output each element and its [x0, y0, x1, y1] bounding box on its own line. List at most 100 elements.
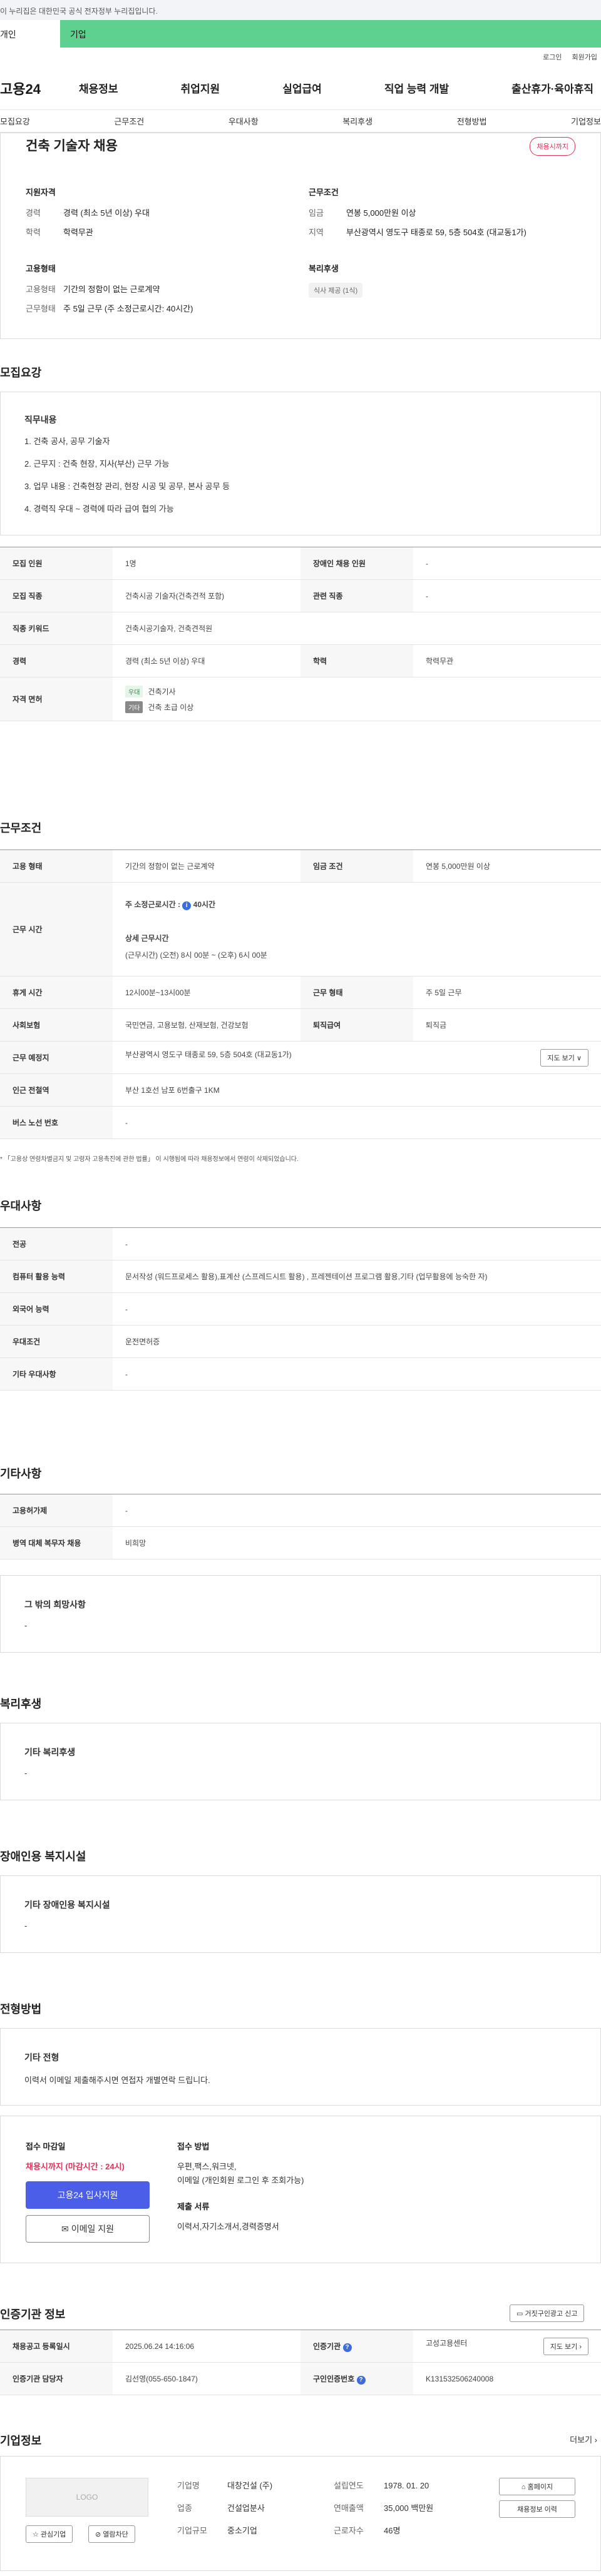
- deadline-value: 채용시까지 (마감시간 : 24시): [26, 2162, 125, 2171]
- deadline-title: 접수 마감일: [26, 2142, 66, 2151]
- value: 경력 (최소 5년 이상) 우대: [113, 644, 300, 677]
- value: 12시00분~13시00분: [113, 976, 300, 1009]
- apply-button[interactable]: 고용24 입사지원: [26, 2181, 150, 2209]
- gnb-item[interactable]: 취업지원: [181, 80, 220, 96]
- welfare-box: 기타 복리후생 -: [0, 1723, 601, 1800]
- label: 기업명: [177, 2481, 200, 2490]
- value: 대창건설 (주): [227, 2481, 273, 2490]
- tab-pref[interactable]: 우대사항: [229, 115, 259, 127]
- section-title: 우대사항: [0, 1200, 42, 1212]
- label: 지도 보기: [550, 2343, 578, 2351]
- apply-box: 접수 마감일 채용시까지 (마감시간 : 24시) 고용24 입사지원 ✉ 이메일…: [0, 2116, 601, 2263]
- work-time-value: 주 소정근로시간 : i 40시간 상세 근무시간 (근무시간) (오전) 8시…: [113, 882, 601, 976]
- value: 부산광역시 영도구 태종로 59, 5층 504호 (대교동1가): [346, 228, 527, 237]
- cert-table: 채용공고 등록일시 2025.06.24 14:16:06 인증기관 ? 고성고용센터…: [0, 2330, 601, 2395]
- email-apply-button[interactable]: ✉ 이메일 지원: [26, 2215, 150, 2243]
- other-table: 고용허가제 - 병역 대체 복무자 채용 비희망: [0, 1494, 601, 1559]
- label: 근무형태: [26, 304, 56, 313]
- label: 인증기관 ?: [300, 2330, 413, 2363]
- label: 열람차단: [103, 2531, 128, 2538]
- label: 인근 전철역: [0, 1073, 113, 1107]
- gnb-item[interactable]: 실업급여: [282, 80, 322, 96]
- value: -: [113, 1292, 601, 1326]
- value: 운전면허증: [113, 1325, 601, 1358]
- duty-line: 1. 건축 공사, 공무 기술자: [24, 437, 110, 446]
- value: 건축시공기술자, 건축견적원: [113, 612, 601, 645]
- value: -: [113, 1494, 601, 1527]
- more-link[interactable]: 더보기 ›: [570, 2433, 597, 2445]
- label: 고용허가제: [0, 1494, 113, 1527]
- section-title: 인증기관 정보: [0, 2308, 66, 2321]
- duty-title: 직무내용: [24, 415, 57, 425]
- block-button[interactable]: ⊘ 열람차단: [88, 2525, 135, 2543]
- label: 경력: [0, 644, 113, 677]
- job-summary: 건축 기술자 채용 채용시까지 지원자격 경력 경력 (최소 5년 이상) 우대 …: [0, 133, 601, 339]
- label: 관심기업: [40, 2531, 66, 2538]
- qual-group: 지원자격 경력 경력 (최소 5년 이상) 우대 학력 학력무관: [26, 186, 264, 245]
- section-tabs: 모집요강 근무조건 우대사항 복리후생 전형방법 기업정보: [0, 110, 601, 133]
- label: 홈페이지: [527, 2483, 553, 2491]
- hope-box: 그 밖의 희망사항 -: [0, 1575, 601, 1653]
- gnb-item[interactable]: 채용정보: [79, 80, 118, 96]
- map-button[interactable]: 지도 보기 ∨: [540, 1048, 588, 1067]
- value: K131532506240008: [413, 2362, 601, 2395]
- label: 지도 보기: [547, 1054, 575, 1062]
- site-logo[interactable]: 고용24: [0, 78, 79, 98]
- label: 고용24 입사지원: [57, 2190, 118, 2200]
- usertype-bar: 개인 기업: [0, 20, 601, 48]
- usertype-personal[interactable]: 개인: [0, 20, 60, 48]
- label: 인증기관 담당자: [0, 2362, 113, 2395]
- box-value: 이력서 이메일 제출해주시면 연접자 개별연락 드립니다.: [24, 2076, 210, 2085]
- value: 부산 1호선 남포 6번출구 1KM: [113, 1073, 601, 1107]
- value: -: [413, 547, 601, 580]
- home-icon: ⌂: [521, 2483, 528, 2491]
- info-icon[interactable]: i: [182, 901, 192, 910]
- value: 퇴직금: [413, 1008, 601, 1042]
- deadline-badge: 채용시까지: [530, 137, 575, 156]
- box-title: 기타 복리후생: [24, 1747, 76, 1757]
- homepage-button[interactable]: ⌂ 홈페이지: [499, 2478, 575, 2495]
- value: (근무시간) (오전) 8시 00분 ~ (오후) 6시 00분: [125, 950, 267, 960]
- join-link[interactable]: 회원가입: [572, 52, 597, 62]
- gnb-item[interactable]: 직업 능력 개발: [384, 80, 449, 96]
- value: 주 5일 근무: [413, 976, 601, 1009]
- org-map-button[interactable]: 지도 보기 ›: [543, 2337, 588, 2355]
- tab-process[interactable]: 전형방법: [457, 115, 487, 127]
- company-field: 근로자수 46명: [334, 2524, 400, 2536]
- label: 자격 면허: [0, 677, 113, 721]
- license-item: 건축 초급 이상: [148, 702, 194, 712]
- value: 국민연금, 고용보험, 산재보험, 건강보험: [113, 1008, 300, 1042]
- value: 46명: [384, 2526, 401, 2535]
- usertype-company[interactable]: 기업: [60, 20, 601, 48]
- section-title: 기업정보: [0, 2435, 42, 2447]
- value: -: [113, 1227, 601, 1260]
- tab-work[interactable]: 근무조건: [114, 115, 144, 127]
- report-button[interactable]: ▭ 거짓구인광고 신고: [510, 2305, 585, 2322]
- block-icon: ⊘: [95, 2531, 103, 2538]
- label: 채용정보 이력: [517, 2506, 557, 2513]
- label: 근로자수: [334, 2526, 364, 2535]
- facility-box: 기타 장애인용 복지시설 -: [0, 1875, 601, 1953]
- login-link[interactable]: 로그인: [543, 52, 562, 62]
- info-icon[interactable]: ?: [342, 2343, 352, 2352]
- tab-welfare[interactable]: 복리후생: [342, 115, 372, 127]
- tag-preferred: 우대: [125, 685, 143, 697]
- box-title: 그 밖의 희망사항: [24, 1600, 86, 1610]
- label: 채용공고 등록일시: [0, 2330, 113, 2363]
- company-field: 기업규모 중소기업: [177, 2524, 257, 2536]
- label: 이메일 지원: [71, 2224, 115, 2234]
- interest-button[interactable]: ☆ 관심기업: [26, 2525, 73, 2543]
- value: 연봉 5,000만원 이상: [413, 849, 601, 883]
- label: 설립연도: [334, 2481, 364, 2490]
- tag-etc: 기타: [125, 701, 143, 713]
- value: 건설업분사: [227, 2503, 265, 2513]
- tab-recruit[interactable]: 모집요강: [0, 115, 30, 127]
- star-icon: ☆: [33, 2531, 41, 2538]
- tab-company[interactable]: 기업정보: [571, 115, 601, 127]
- label: 모집 인원: [0, 547, 113, 580]
- info-icon[interactable]: ?: [356, 2375, 366, 2385]
- gov-banner: 이 누리집은 대한민국 공식 전자정부 누리집입니다.: [0, 0, 601, 20]
- gnb-item[interactable]: 출산휴가·육아휴직: [511, 80, 593, 96]
- value: 주 소정근로시간 :: [125, 900, 180, 909]
- jobs-history-button[interactable]: 채용정보 이력: [499, 2500, 575, 2518]
